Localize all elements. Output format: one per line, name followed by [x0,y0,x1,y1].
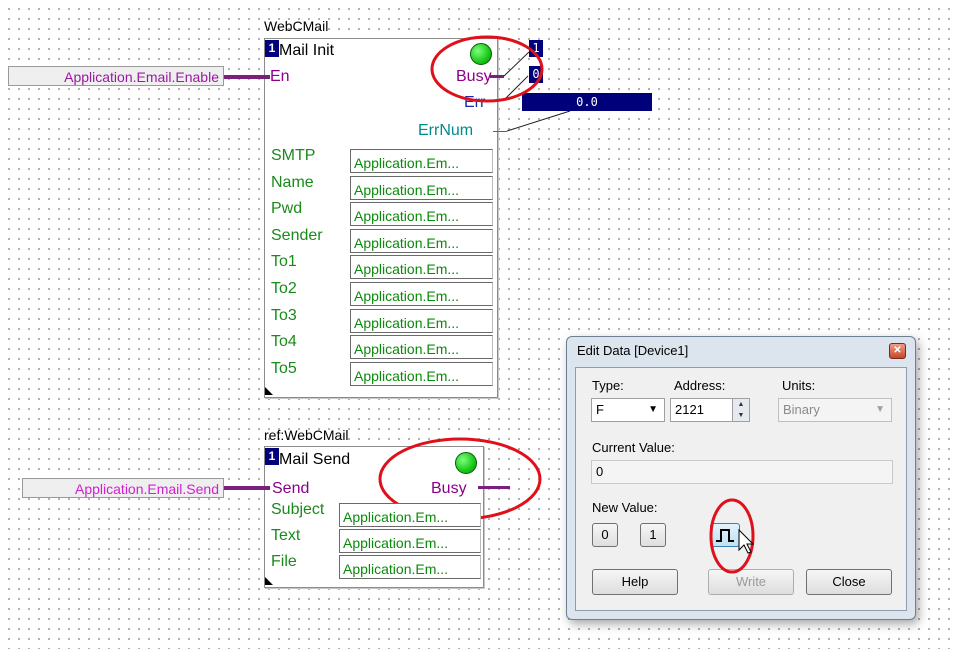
pulse-annotation [709,498,755,574]
